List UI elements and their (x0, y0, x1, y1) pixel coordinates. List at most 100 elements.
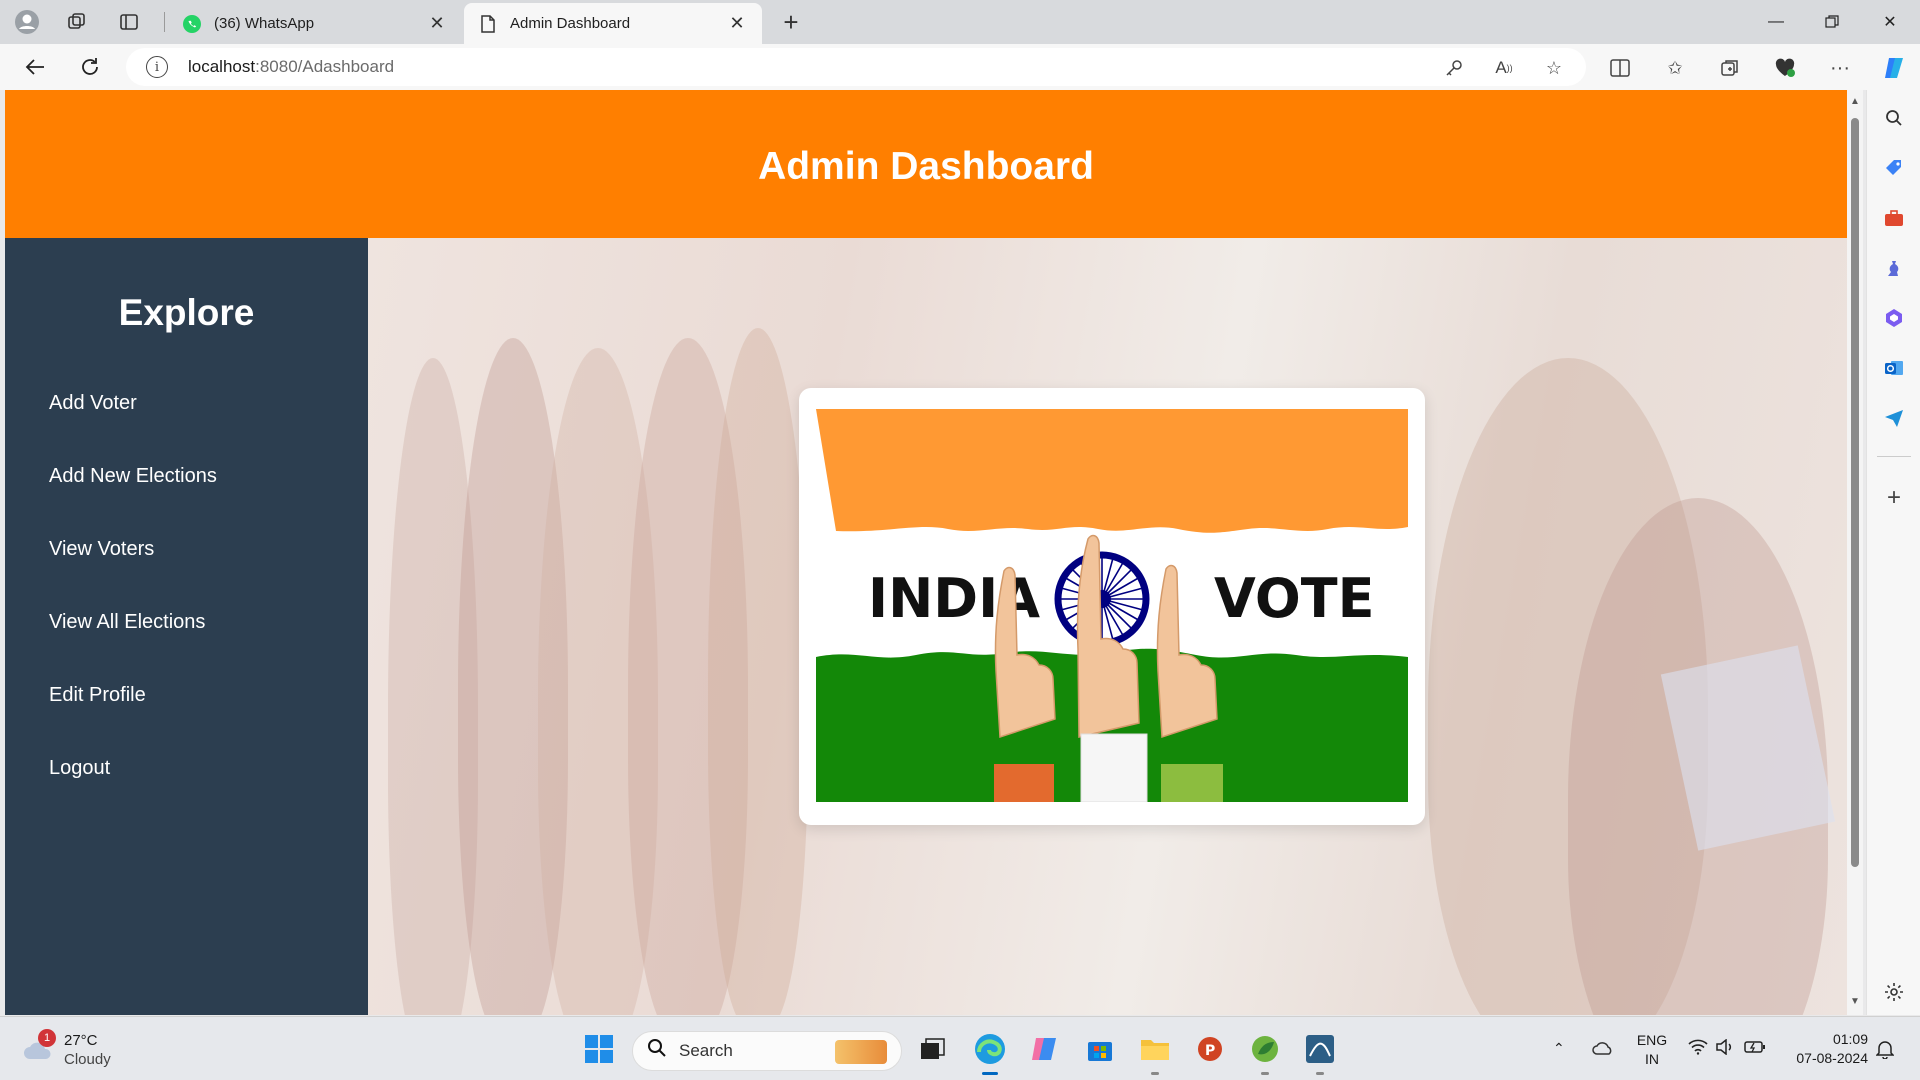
tab-whatsapp[interactable]: (36) WhatsApp ✕ (168, 3, 462, 44)
tab-admin-dashboard[interactable]: Admin Dashboard ✕ (464, 3, 762, 44)
profile-icon[interactable] (12, 8, 42, 36)
copilot-icon[interactable] (1880, 54, 1908, 82)
tab-separator (164, 12, 165, 32)
file-explorer-icon[interactable] (1137, 1031, 1173, 1067)
svg-text:P: P (1205, 1043, 1215, 1059)
split-screen-icon[interactable] (1606, 54, 1634, 82)
sidebar-item-add-new-elections[interactable]: Add New Elections (49, 465, 217, 488)
page-title: Admin Dashboard (758, 145, 1094, 188)
page-icon (478, 14, 498, 34)
page-header: Admin Dashboard (5, 90, 1847, 238)
tab-label: Admin Dashboard (510, 15, 631, 32)
back-button[interactable] (18, 52, 52, 82)
show-hidden-icons-icon[interactable]: ⌃ (1553, 1039, 1565, 1058)
outlook-icon[interactable] (1880, 354, 1908, 382)
edge-sidebar: + (1866, 90, 1920, 1015)
ashoka-chakra-icon (1054, 551, 1150, 647)
collections-icon[interactable] (1716, 54, 1744, 82)
refresh-button[interactable] (73, 52, 107, 82)
browser-toolbar: i localhost:8080/Adashboard A)) ☆ ✩ ··· (0, 44, 1920, 90)
volume-icon[interactable] (1716, 1038, 1734, 1060)
sidebar-title: Explore (118, 292, 255, 333)
sidebar-item-edit-profile[interactable]: Edit Profile (49, 684, 146, 707)
lang-line1: ENG (1636, 1032, 1668, 1048)
main-content: INDIA VOTE (368, 238, 1847, 1015)
restore-button[interactable] (1804, 0, 1860, 44)
send-drop-icon[interactable] (1880, 404, 1908, 432)
powerpoint-icon[interactable]: P (1192, 1031, 1228, 1067)
password-key-icon[interactable] (1440, 54, 1468, 82)
tab-actions-icon[interactable] (114, 8, 144, 36)
scroll-down-arrow-icon[interactable]: ▼ (1849, 996, 1861, 1007)
active-app-indicator (982, 1072, 998, 1075)
browser-essentials-icon[interactable] (1771, 54, 1799, 82)
copilot-taskbar-icon[interactable] (1027, 1031, 1063, 1067)
favorites-icon[interactable]: ✩ (1661, 54, 1689, 82)
search-icon (647, 1038, 667, 1064)
app-indicator (1316, 1072, 1324, 1075)
scrollbar-thumb[interactable] (1851, 118, 1859, 867)
microsoft-store-icon[interactable] (1082, 1031, 1118, 1067)
weather-badge: 1 (38, 1029, 56, 1047)
url-path: :8080/Adashboard (255, 57, 395, 76)
page-viewport: Admin Dashboard Explore Add Voter Add Ne… (5, 90, 1847, 1015)
games-chess-icon[interactable] (1880, 254, 1908, 282)
lang-line2: IN (1645, 1051, 1659, 1067)
close-icon[interactable]: ✕ (726, 13, 748, 34)
gear-icon[interactable] (1880, 978, 1908, 1006)
microsoft-365-icon[interactable] (1880, 304, 1908, 332)
weather-temp: 27°C (64, 1032, 98, 1049)
language-indicator[interactable]: ENG IN (1636, 1031, 1668, 1069)
close-icon[interactable]: ✕ (426, 13, 448, 34)
start-button[interactable] (581, 1031, 617, 1067)
image-card: INDIA VOTE (799, 388, 1425, 825)
task-view-icon[interactable] (914, 1031, 950, 1067)
more-menu-icon[interactable]: ··· (1826, 54, 1854, 82)
address-bar[interactable]: i localhost:8080/Adashboard (126, 48, 1586, 86)
edge-browser-icon[interactable] (972, 1031, 1008, 1067)
sidebar-item-add-voter[interactable]: Add Voter (49, 392, 137, 415)
sidebar-item-view-all-elections[interactable]: View All Elections (49, 611, 205, 634)
favorite-star-icon[interactable]: ☆ (1540, 54, 1568, 82)
site-info-icon[interactable]: i (146, 56, 168, 78)
taskbar-search[interactable]: Search (632, 1031, 902, 1071)
app-indicator (1151, 1072, 1159, 1075)
battery-icon[interactable] (1744, 1040, 1766, 1059)
app-indicator (1261, 1072, 1269, 1075)
sidebar: Explore Add Voter Add New Elections View… (5, 238, 368, 1015)
minimize-button[interactable]: — (1748, 0, 1804, 44)
new-tab-button[interactable]: + (774, 6, 808, 38)
tab-label: (36) WhatsApp (214, 15, 315, 32)
page-scrollbar[interactable]: ▲ ▼ (1847, 90, 1863, 1015)
weather-widget[interactable]: 1 27°C Cloudy (18, 1029, 128, 1071)
workspaces-icon[interactable] (62, 8, 92, 36)
spring-tool-icon[interactable] (1247, 1031, 1283, 1067)
clock[interactable]: 01:09 07-08-2024 (1784, 1030, 1868, 1068)
url-text[interactable]: localhost:8080/Adashboard (188, 57, 394, 77)
mysql-workbench-icon[interactable] (1302, 1031, 1338, 1067)
read-aloud-icon[interactable]: A)) (1490, 54, 1518, 82)
add-icon[interactable]: + (1880, 484, 1908, 512)
weather-desc: Cloudy (64, 1051, 111, 1068)
whatsapp-icon (182, 14, 202, 34)
vote-text: VOTE (1214, 567, 1374, 630)
clock-time: 01:09 (1832, 1031, 1868, 1047)
clock-date: 07-08-2024 (1796, 1050, 1868, 1066)
scroll-up-arrow-icon[interactable]: ▲ (1849, 96, 1861, 107)
shopping-tag-icon[interactable] (1880, 154, 1908, 182)
sidebar-divider (1877, 456, 1911, 457)
india-vote-image: INDIA VOTE (816, 409, 1408, 802)
taskbar: 1 27°C Cloudy Search P ⌃ ENG IN 01:09 07… (0, 1016, 1920, 1080)
sidebar-item-logout[interactable]: Logout (49, 757, 110, 780)
sidebar-item-view-voters[interactable]: View Voters (49, 538, 154, 561)
search-highlight-icon (835, 1040, 887, 1064)
url-host: localhost (188, 57, 256, 76)
wifi-icon[interactable] (1688, 1039, 1708, 1060)
search-placeholder: Search (679, 1041, 733, 1060)
notification-bell-icon[interactable] (1875, 1039, 1895, 1064)
onedrive-icon[interactable] (1592, 1041, 1614, 1060)
close-window-button[interactable]: ✕ (1862, 0, 1918, 44)
browser-titlebar: (36) WhatsApp ✕ Admin Dashboard ✕ + — ✕ (0, 0, 1920, 44)
search-icon[interactable] (1880, 104, 1908, 132)
tools-briefcase-icon[interactable] (1880, 204, 1908, 232)
